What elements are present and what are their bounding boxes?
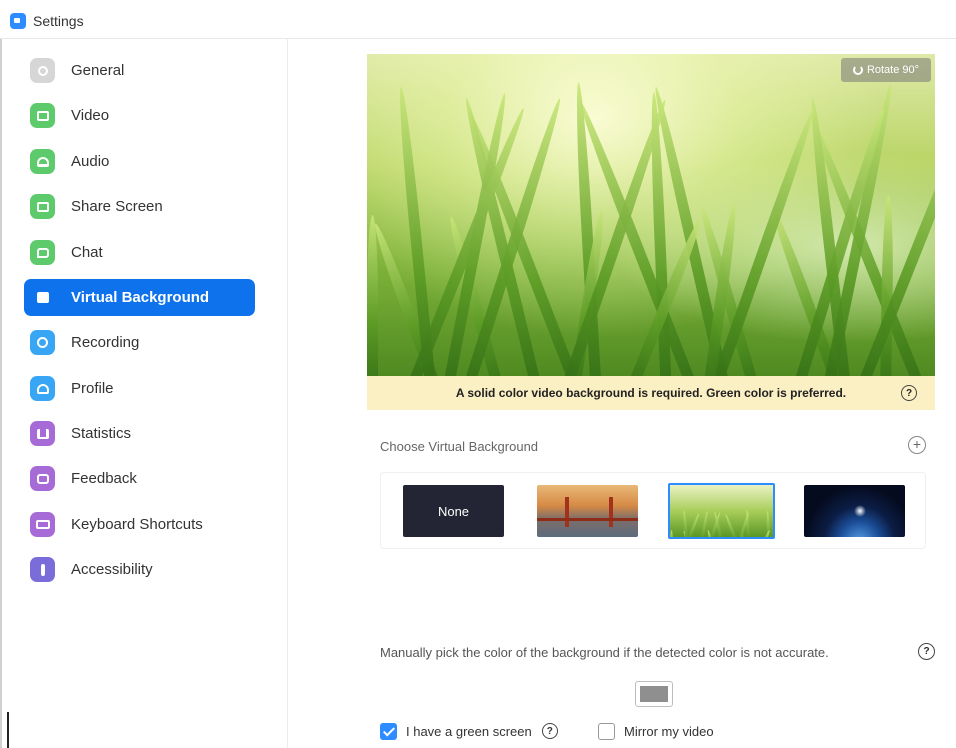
video-camera-icon: [30, 103, 55, 128]
grass-blade: [670, 529, 673, 537]
sidebar-item-label: Recording: [71, 334, 140, 351]
notice-text: A solid color video background is requir…: [455, 386, 847, 400]
keyboard-icon: [30, 512, 55, 537]
sidebar-item-audio[interactable]: Audio: [24, 143, 255, 180]
rotate-icon: [852, 65, 863, 75]
green-screen-option[interactable]: I have a green screen ?: [380, 721, 558, 741]
bar-chart-icon: [30, 421, 55, 446]
sidebar-item-label: Profile: [71, 380, 114, 397]
accessibility-icon: [30, 557, 55, 582]
mirror-video-option[interactable]: Mirror my video: [598, 721, 714, 741]
sidebar-item-profile[interactable]: Profile: [24, 370, 255, 407]
sidebar-item-label: General: [71, 62, 125, 79]
mirror-video-checkbox[interactable]: [598, 722, 615, 740]
title-bar: Settings: [0, 0, 956, 38]
sidebar-item-label: Audio: [71, 153, 110, 170]
green-screen-checkbox[interactable]: [380, 722, 397, 740]
feedback-icon: [30, 466, 55, 491]
window-left-border: [0, 0, 2, 748]
sidebar-item-feedback[interactable]: Feedback: [24, 460, 255, 497]
sidebar-item-label: Statistics: [71, 425, 132, 442]
sidebar-item-general[interactable]: General: [24, 52, 255, 89]
bridge-deck: [537, 518, 638, 521]
help-icon[interactable]: ?: [918, 643, 935, 660]
record-icon: [30, 330, 55, 355]
sidebar-item-video[interactable]: Video: [24, 97, 255, 134]
zoom-app-icon: [10, 13, 26, 29]
sidebar-item-keyboard-shortcuts[interactable]: Keyboard Shortcuts: [24, 506, 255, 543]
background-thumb-golden-gate[interactable]: [537, 485, 638, 537]
green-screen-notice: A solid color video background is requir…: [367, 376, 935, 410]
sidebar-item-chat[interactable]: Chat: [24, 234, 255, 271]
virtual-background-panel: Rotate 90° A solid color video backgroun…: [289, 39, 956, 748]
rotate-button[interactable]: Rotate 90°: [841, 58, 931, 82]
share-screen-icon: [30, 194, 55, 219]
gear-icon: [30, 58, 55, 83]
help-icon[interactable]: ?: [901, 385, 917, 401]
sidebar-item-virtual-background[interactable]: Virtual Background: [24, 279, 255, 316]
background-thumbnails: None: [380, 472, 926, 549]
sidebar-item-label: Keyboard Shortcuts: [71, 516, 203, 533]
grass-blade: [757, 529, 771, 537]
help-icon[interactable]: ?: [541, 723, 558, 739]
bridge-tower: [609, 497, 613, 527]
chat-bubble-icon: [30, 240, 55, 265]
profile-icon: [30, 376, 55, 401]
sidebar-item-accessibility[interactable]: Accessibility: [24, 551, 255, 588]
background-thumb-earth[interactable]: [804, 485, 905, 537]
background-thumb-grass[interactable]: [668, 483, 775, 539]
background-thumb-none[interactable]: None: [403, 485, 504, 537]
headphones-icon: [30, 149, 55, 174]
sidebar-item-label: Virtual Background: [71, 289, 210, 306]
person-background-icon: [30, 285, 55, 310]
add-background-button[interactable]: +: [908, 436, 926, 454]
sidebar-item-label: Feedback: [71, 470, 137, 487]
background-color-picker[interactable]: [635, 681, 673, 707]
grass-blade: [367, 214, 378, 376]
color-swatch-fill: [640, 686, 668, 702]
bridge-tower: [565, 497, 569, 527]
green-screen-label: I have a green screen: [406, 723, 532, 739]
sidebar-item-statistics[interactable]: Statistics: [24, 415, 255, 452]
manual-color-text: Manually pick the color of the backgroun…: [380, 645, 829, 660]
choose-background-label: Choose Virtual Background: [380, 439, 539, 454]
grass-blade: [370, 221, 445, 376]
sidebar-item-label: Video: [71, 107, 110, 124]
video-preview: Rotate 90°: [367, 54, 935, 376]
sidebar-item-share-screen[interactable]: Share Screen: [24, 188, 255, 225]
sidebar-item-recording[interactable]: Recording: [24, 324, 255, 361]
settings-sidebar: General Video Audio Share Screen Chat Vi…: [9, 39, 288, 748]
rotate-label: Rotate 90°: [866, 64, 920, 76]
mirror-video-label: Mirror my video: [624, 723, 714, 739]
sidebar-item-label: Chat: [71, 244, 103, 261]
window-title: Settings: [33, 13, 84, 29]
sidebar-item-label: Accessibility: [71, 561, 153, 578]
sidebar-item-label: Share Screen: [71, 198, 163, 215]
